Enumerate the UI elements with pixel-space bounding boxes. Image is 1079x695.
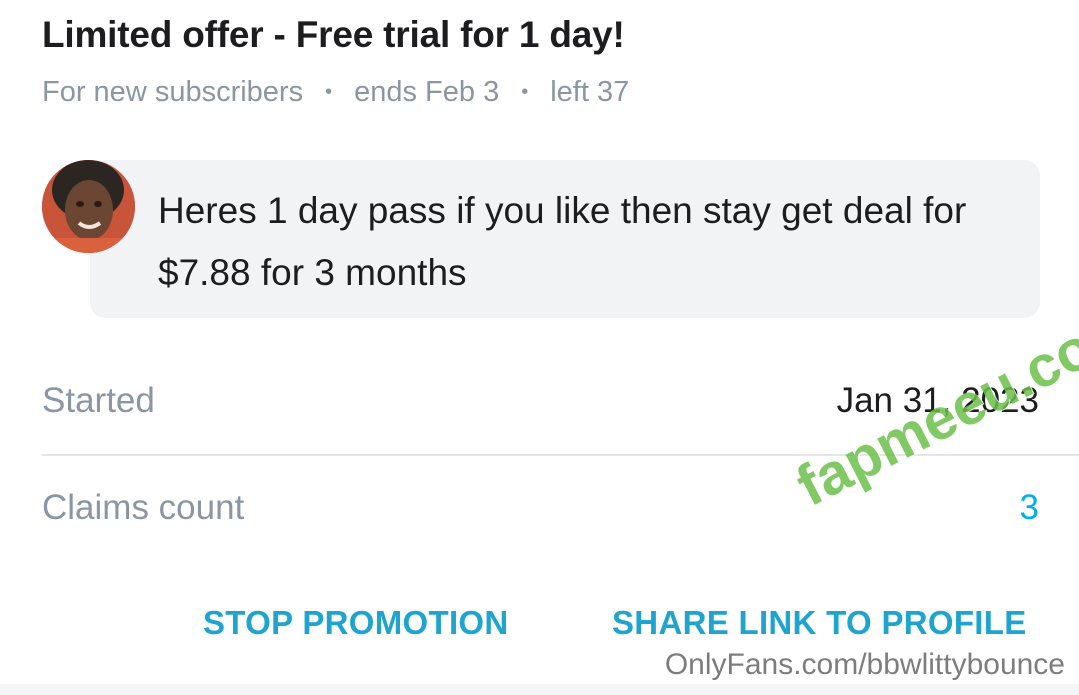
claims-count-link[interactable]: 3 bbox=[1020, 488, 1039, 528]
offer-meta: For new subscribers • ends Feb 3 • left … bbox=[42, 76, 629, 109]
offer-title: Limited offer - Free trial for 1 day! bbox=[42, 14, 625, 55]
avatar[interactable] bbox=[42, 160, 135, 253]
claims-row: Claims count 3 bbox=[42, 485, 1039, 531]
started-row: Started Jan 31, 2023 bbox=[42, 378, 1039, 424]
started-value: Jan 31, 2023 bbox=[836, 381, 1039, 420]
message-text: Heres 1 day pass if you like then stay g… bbox=[158, 190, 967, 293]
divider bbox=[42, 454, 1079, 456]
claims-label: Claims count bbox=[42, 488, 245, 527]
share-link-button[interactable]: SHARE LINK TO PROFILE bbox=[612, 604, 1027, 642]
offer-audience: For new subscribers bbox=[42, 76, 304, 108]
started-label: Started bbox=[42, 381, 155, 420]
meta-separator: • bbox=[325, 81, 333, 103]
promotion-card: Limited offer - Free trial for 1 day! Fo… bbox=[0, 0, 1079, 695]
offer-end-date: ends Feb 3 bbox=[354, 76, 500, 108]
user-avatar-icon bbox=[42, 160, 135, 253]
source-caption: OnlyFans.com/bbwlittybounce bbox=[664, 648, 1065, 681]
offer-remaining: left 37 bbox=[550, 76, 630, 108]
stop-promotion-button[interactable]: STOP PROMOTION bbox=[203, 604, 509, 642]
meta-separator: • bbox=[521, 81, 529, 103]
bottom-strip bbox=[0, 684, 1079, 695]
